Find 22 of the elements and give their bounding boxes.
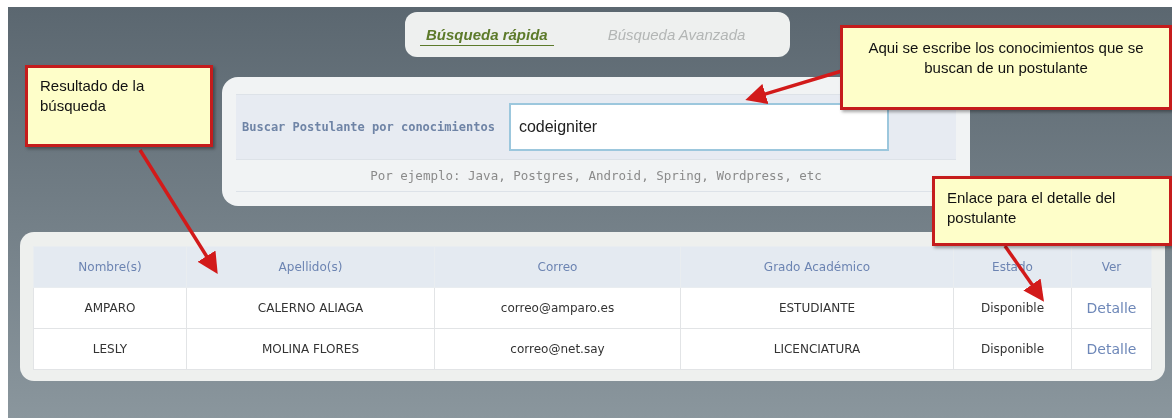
callout-note: Aqui se escribe los conocimientos que se buscan de un postulante [840,25,1172,110]
table-cell: Disponible [953,328,1072,370]
column-header: Apellido(s) [186,246,435,288]
table-cell: MOLINA FLORES [186,328,435,370]
table-cell: correo@amparo.es [434,287,681,329]
table-cell: ESTUDIANTE [680,287,954,329]
callout-note: Resultado de la búsqueda [25,65,213,147]
table-cell: LICENCIATURA [680,328,954,370]
tab[interactable]: Búsqueda rápida [420,23,554,46]
search-field[interactable]: codeigniter [508,103,889,151]
callout-note: Enlace para el detalle del postulante [932,176,1172,246]
table-cell: CALERNO ALIAGA [186,287,435,329]
table-cell: correo@net.say [434,328,681,370]
search-label: Buscar Postulante por conocimientos [242,120,495,134]
column-header: Correo [434,246,681,288]
column-header: Grado Académico [680,246,954,288]
column-header: Nombre(s) [33,246,187,288]
table-cell: LESLY [33,328,187,370]
table-cell: Disponible [953,287,1072,329]
column-header: Ver [1071,246,1152,288]
table-cell: AMPARO [33,287,187,329]
search-hint: Por ejemplo: Java, Postgres, Android, Spring, Wordpress, etc [236,159,956,192]
